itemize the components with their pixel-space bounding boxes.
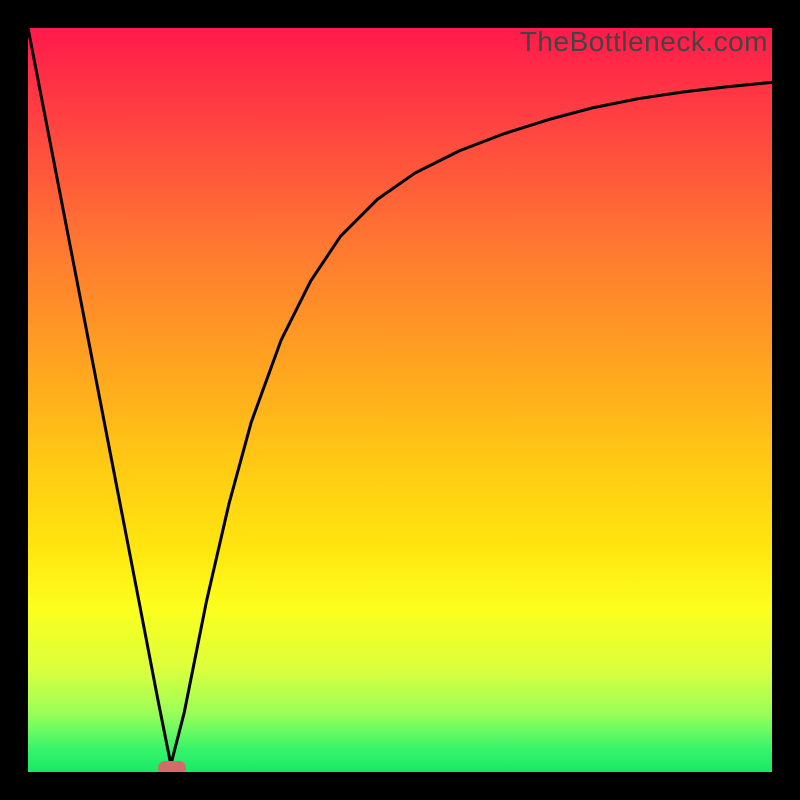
curve-path [28,28,772,765]
plot-area [28,28,772,772]
chart-container: TheBottleneck.com [0,0,800,800]
watermark-text: TheBottleneck.com [520,28,768,56]
curve-layer [28,28,772,772]
min-marker [158,761,186,772]
